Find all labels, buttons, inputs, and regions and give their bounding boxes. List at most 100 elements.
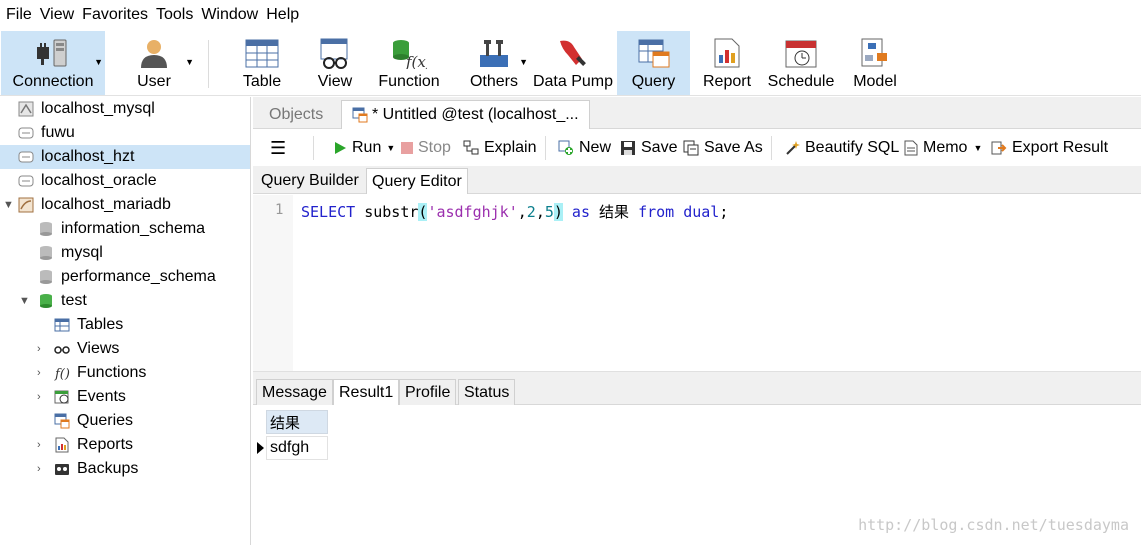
tree-node-queries[interactable]: Queries	[0, 409, 250, 433]
tree-label: localhost_mariadb	[41, 196, 171, 213]
tree-connection-fuwu[interactable]: fuwu	[0, 121, 250, 145]
stop-button[interactable]: Stop	[401, 137, 451, 159]
tab-objects[interactable]: Objects	[259, 100, 333, 129]
user-button[interactable]: User ▼	[112, 31, 196, 95]
tree-database-performance-schema[interactable]: performance_schema	[0, 265, 250, 289]
chevron-down-icon[interactable]: ▼	[19, 295, 30, 307]
hamburger-icon: ☰	[270, 137, 287, 158]
tree-node-backups[interactable]: › Backups	[0, 457, 250, 481]
sql-editor[interactable]: 1 SELECT substr('asdfghjk',2,5) as 结果 fr…	[253, 195, 1141, 371]
sql-number: 2	[526, 203, 536, 221]
tab-label: Query Builder	[261, 172, 359, 189]
event-clock-icon	[54, 389, 70, 405]
tree-label: performance_schema	[61, 268, 216, 285]
tree-database-test[interactable]: ▼ test	[0, 289, 250, 313]
sql-number: 5	[544, 203, 554, 221]
column-header[interactable]: 结果	[266, 410, 328, 434]
tab-query-editor[interactable]: Query Editor	[366, 168, 468, 194]
data-pump-button[interactable]: Data Pump	[530, 31, 616, 95]
tab-label: Message	[262, 383, 327, 401]
chevron-down-icon[interactable]: ▼	[185, 57, 194, 67]
schedule-button[interactable]: Schedule	[765, 31, 837, 95]
tab-profile[interactable]: Profile	[399, 379, 457, 405]
chevron-right-icon[interactable]: ›	[37, 463, 41, 475]
chevron-down-icon[interactable]: ▼	[973, 143, 982, 153]
save-button[interactable]: Save	[620, 137, 677, 159]
sql-semicolon: ;	[719, 203, 729, 221]
new-query-button[interactable]: New	[558, 137, 611, 159]
chevron-down-icon[interactable]: ▼	[519, 57, 528, 67]
report-icon	[714, 38, 740, 68]
view-icon	[320, 38, 348, 69]
memo-button[interactable]: Memo ▼	[904, 137, 982, 159]
chevron-down-icon[interactable]: ▼	[3, 199, 14, 211]
tree-database-information-schema[interactable]: information_schema	[0, 217, 250, 241]
tab-message[interactable]: Message	[256, 379, 333, 405]
tree-node-events[interactable]: › Events	[0, 385, 250, 409]
menu-help[interactable]: Help	[262, 6, 303, 24]
tab-label: Query Editor	[372, 172, 462, 190]
report-label: Report	[702, 73, 752, 90]
tree-label: Tables	[77, 316, 124, 333]
tree-node-functions[interactable]: › f() Functions	[0, 361, 250, 385]
beautify-sql-button[interactable]: Beautify SQL	[784, 137, 899, 159]
query-mode-tabs: Query Builder Query Editor	[253, 166, 1141, 194]
view-button[interactable]: View	[310, 31, 360, 95]
query-label: Query	[631, 73, 676, 90]
query-tab-icon	[352, 107, 368, 123]
tab-query-builder[interactable]: Query Builder	[256, 168, 364, 194]
result-cell[interactable]: sdfgh	[266, 436, 328, 460]
tree-connection-localhost-hzt[interactable]: localhost_hzt	[0, 145, 250, 169]
sql-keyword: SELECT	[301, 203, 356, 221]
svg-text:f(x): f(x)	[405, 53, 427, 69]
others-button[interactable]: Others ▼	[458, 31, 530, 95]
tree-connection-localhost-mariadb[interactable]: ▼ localhost_mariadb	[0, 193, 250, 217]
schedule-label: Schedule	[767, 73, 835, 90]
save-as-button[interactable]: Save As	[683, 137, 763, 159]
tree-label: Views	[77, 340, 120, 357]
menu-view[interactable]: View	[36, 6, 78, 24]
tab-untitled-query[interactable]: * Untitled @test (localhost_...	[341, 100, 590, 129]
sql-table: dual	[674, 203, 720, 221]
run-button[interactable]: Run ▼	[333, 137, 395, 159]
mariadb-connection-icon	[18, 197, 34, 213]
explain-button[interactable]: Explain	[463, 137, 536, 159]
chevron-down-icon[interactable]: ▼	[94, 57, 103, 67]
play-icon	[333, 141, 347, 155]
menu-favorites[interactable]: Favorites	[78, 6, 152, 24]
chevron-right-icon[interactable]: ›	[37, 343, 41, 355]
tree-connection-localhost-oracle[interactable]: localhost_oracle	[0, 169, 250, 193]
current-row-arrow-icon	[257, 442, 264, 454]
sql-code-line[interactable]: SELECT substr('asdfghjk',2,5) as 结果 from…	[301, 201, 728, 222]
tree-node-reports[interactable]: › Reports	[0, 433, 250, 457]
tree-node-tables[interactable]: Tables	[0, 313, 250, 337]
menu-file[interactable]: File	[2, 6, 36, 24]
query-toolbar: ☰ Run ▼ Stop Explain New Save Save As Be…	[253, 130, 1141, 166]
line-number: 1	[275, 202, 284, 218]
chevron-right-icon[interactable]: ›	[37, 391, 41, 403]
chevron-right-icon[interactable]: ›	[37, 367, 41, 379]
toolbar-separator	[545, 136, 546, 160]
query-button[interactable]: Query	[617, 31, 690, 95]
menu-tools[interactable]: Tools	[152, 6, 197, 24]
chevron-down-icon[interactable]: ▼	[386, 143, 395, 153]
explain-label: Explain	[484, 139, 537, 156]
tab-label: Profile	[405, 383, 451, 401]
report-button[interactable]: Report	[698, 31, 756, 95]
model-button[interactable]: Model	[848, 31, 902, 95]
tree-database-mysql[interactable]: mysql	[0, 241, 250, 265]
sql-alias: 结果	[590, 203, 639, 221]
menu-window[interactable]: Window	[197, 6, 262, 24]
table-button[interactable]: Table	[234, 31, 290, 95]
function-button[interactable]: f(x) Function	[373, 31, 445, 95]
tree-node-views[interactable]: › Views	[0, 337, 250, 361]
tab-label: Status	[464, 383, 510, 401]
export-result-button[interactable]: Export Result	[991, 137, 1108, 159]
tab-result1[interactable]: Result1	[333, 379, 400, 405]
hamburger-menu-button[interactable]: ☰	[270, 137, 286, 159]
tree-label: localhost_oracle	[41, 172, 157, 189]
tree-connection-localhost-mysql[interactable]: localhost_mysql	[0, 97, 250, 121]
connection-button[interactable]: Connection ▼	[1, 31, 105, 95]
tab-status[interactable]: Status	[458, 379, 516, 405]
chevron-right-icon[interactable]: ›	[37, 439, 41, 451]
